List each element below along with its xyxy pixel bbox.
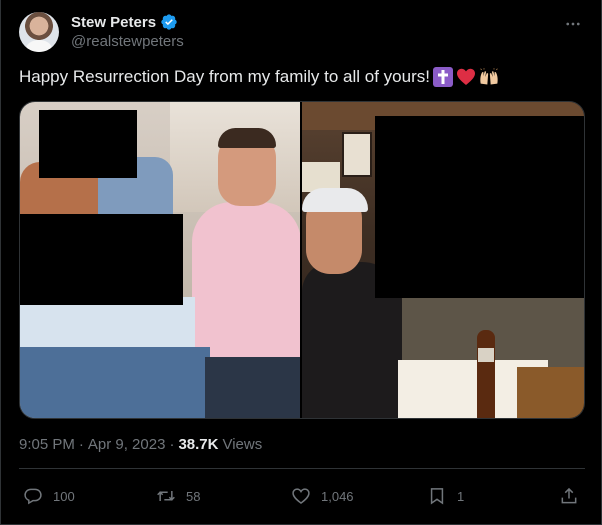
white-cap <box>302 188 368 212</box>
heart-icon <box>292 488 310 505</box>
red-heart-emoji <box>456 68 475 85</box>
dark-pants <box>205 357 300 418</box>
bookmark-button[interactable]: 1 <box>427 480 464 512</box>
repost-button[interactable]: 58 <box>156 480 200 512</box>
share-button[interactable] <box>559 480 579 512</box>
bookmark-icon <box>430 488 444 505</box>
like-count: 1,046 <box>321 488 354 504</box>
tweet-date[interactable]: Apr 9, 2023 <box>88 436 166 453</box>
wood-table <box>517 367 584 418</box>
tweet-media <box>19 101 585 419</box>
tweet-metadata: 9:05 PM · Apr 9, 2023 · 38.7K Views <box>19 436 262 453</box>
views-count: 38.7K <box>178 436 219 453</box>
reply-button[interactable]: 100 <box>23 480 75 512</box>
like-button[interactable]: 1,046 <box>291 480 354 512</box>
beer-bottle <box>477 330 495 418</box>
author-handle[interactable]: @realstewpeters <box>71 33 184 50</box>
redaction-box <box>39 110 137 178</box>
views-label: Views <box>222 436 263 453</box>
raising-hands-emoji <box>480 68 498 85</box>
tweet-card: Stew Peters @realstewpeters Happy Resurr… <box>0 0 602 525</box>
tweet-text-row: Happy Resurrection Day from my family to… <box>19 66 499 88</box>
redaction-box <box>20 214 183 305</box>
divider <box>19 468 585 469</box>
wall-frame <box>342 132 372 177</box>
author-avatar[interactable] <box>19 12 59 52</box>
repost-icon <box>157 491 175 501</box>
man-hair <box>218 128 276 148</box>
share-icon <box>561 487 577 504</box>
bottle-label <box>478 348 494 362</box>
reply-count: 100 <box>53 488 75 504</box>
redaction-box <box>375 116 584 298</box>
meta-separator: · <box>78 436 84 453</box>
tweet-header: Stew Peters @realstewpeters <box>19 12 585 56</box>
author-display-name[interactable]: Stew Peters <box>71 14 156 31</box>
bookmark-count: 1 <box>457 488 465 504</box>
more-options-icon[interactable] <box>561 12 585 36</box>
author-name-row: Stew Peters <box>71 12 178 32</box>
action-bar: 100 58 1,046 1 <box>19 480 585 512</box>
reply-icon <box>24 488 42 505</box>
photo-family-left[interactable] <box>20 102 300 418</box>
verified-badge-icon <box>161 14 177 30</box>
tweet-time[interactable]: 9:05 PM <box>19 436 75 453</box>
photo-family-right[interactable] <box>302 102 584 418</box>
jeans <box>20 347 210 418</box>
repost-count: 58 <box>186 488 201 504</box>
meta-separator: · <box>169 436 175 453</box>
latin-cross-emoji <box>432 67 453 87</box>
tweet-text: Happy Resurrection Day from my family to… <box>19 67 430 86</box>
